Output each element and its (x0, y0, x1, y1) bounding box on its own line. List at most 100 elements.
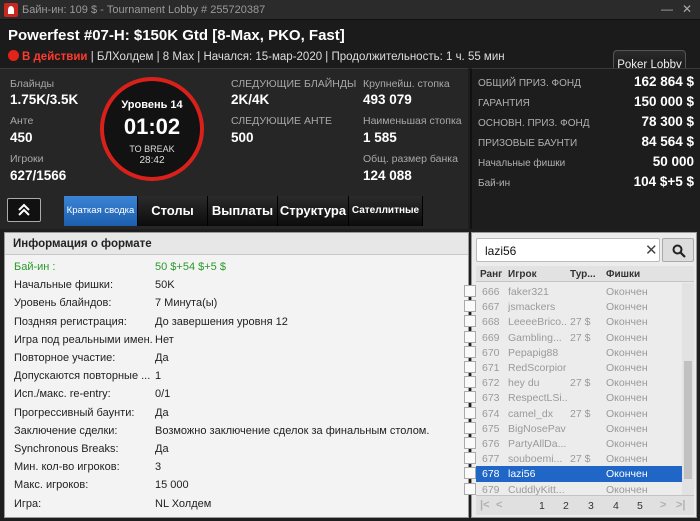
first-page-button[interactable]: |< (480, 499, 490, 511)
format-info-row: Начальные фишки: 50K (5, 277, 468, 295)
smallest-stack-label: Наименьшая стопка (363, 115, 462, 127)
next-ante-value: 500 (231, 130, 254, 145)
chevron-up-double-icon (18, 203, 30, 216)
player-row[interactable]: 667 jsmackers Окончен (464, 299, 682, 315)
minimize-button[interactable]: — (660, 2, 674, 16)
scrollbar-thumb[interactable] (684, 361, 692, 479)
format-info-key: Поздняя регистрация: (14, 315, 127, 328)
prev-page-button[interactable]: < (496, 499, 502, 511)
row-checkbox[interactable] (464, 421, 476, 434)
player-chips: Окончен (606, 483, 648, 496)
tab-tables[interactable]: Столы (138, 196, 208, 226)
status-dot-icon (8, 50, 19, 61)
players-scrollbar[interactable] (682, 283, 694, 495)
row-checkbox[interactable] (464, 285, 476, 297)
player-row[interactable]: 672 hey du 27 $ Окончен (464, 375, 682, 391)
format-info-value: 1 (155, 370, 162, 383)
window-titlebar: Байн-ин: 109 $ - Tournament Lobby # 2557… (0, 0, 700, 20)
prize-label: Бай-ин (478, 178, 511, 189)
player-row[interactable]: 673 RespectLSi... Окончен (464, 390, 682, 406)
prize-value: 50 000 (652, 154, 694, 169)
player-rank: 669 (482, 331, 500, 344)
last-page-button[interactable]: >| (676, 499, 686, 511)
column-chips[interactable]: Фишки (606, 269, 640, 280)
player-row[interactable]: 668 LeeeeBrico... 27 $ Окончен (464, 314, 682, 330)
format-info-value: NL Холдем (155, 497, 212, 510)
row-checkbox[interactable] (464, 406, 476, 419)
tab-structure[interactable]: Структура (278, 196, 349, 226)
row-checkbox[interactable] (464, 300, 476, 313)
row-checkbox[interactable] (464, 376, 476, 389)
format-info-row: Уровень блайндов: 7 Минута(ы) (5, 295, 468, 313)
player-rank: 667 (482, 301, 500, 314)
column-player[interactable]: Игрок (508, 269, 537, 280)
row-checkbox[interactable] (464, 361, 476, 373)
next-page-button[interactable]: > (660, 499, 666, 511)
page-2[interactable]: 2 (563, 500, 569, 512)
close-window-button[interactable]: ✕ (680, 2, 694, 16)
search-icon (672, 244, 686, 258)
player-name: CuddlyKitt... (508, 483, 565, 496)
avg-stack-label: Общ. размер банка (363, 153, 458, 165)
page-5[interactable]: 5 (637, 500, 643, 512)
tab-payouts[interactable]: Выплаты (208, 196, 278, 226)
player-rank: 676 (482, 438, 500, 450)
player-row[interactable]: 678 lazi56 Окончен (464, 466, 682, 483)
player-name: BigNosePav (508, 422, 566, 435)
tab-summary[interactable]: Краткая сводка (64, 196, 138, 226)
player-name: jsmackers (508, 301, 556, 314)
player-row[interactable]: 666 faker321 Окончен (464, 284, 682, 300)
level-clock: Уровень 14 01:02 TO BREAK 28:42 (100, 77, 204, 181)
format-info-key: Игра под реальными имен... (14, 333, 152, 346)
player-row[interactable]: 675 BigNosePav Окончен (464, 421, 682, 437)
page-3[interactable]: 3 (588, 500, 594, 512)
blinds-value: 1.75K/3.5K (10, 92, 79, 107)
tab-bar: Краткая сводка Столы Выплаты Структура С… (0, 192, 468, 229)
prize-label: ГАРАНТИЯ (478, 98, 530, 109)
players-panel: lazi56 ✕ Ранг Игрок Тур... Фишки 666 fake… (464, 232, 697, 518)
player-name: Gambling... (508, 331, 562, 344)
status-badge: В действии (22, 51, 88, 63)
player-row[interactable]: 676 PartyAllDa... Окончен (464, 436, 682, 452)
format-info-key: Заключение сделки: (14, 424, 118, 437)
column-rank[interactable]: Ранг (480, 269, 502, 280)
clear-search-icon[interactable]: ✕ (645, 241, 658, 259)
player-row[interactable]: 669 Gambling... 27 $ Окончен (464, 330, 682, 346)
level-timer: 01:02 (123, 114, 181, 139)
player-row[interactable]: 671 RedScorpior Окончен (464, 360, 682, 376)
page-4[interactable]: 4 (613, 500, 619, 512)
format-info-value: Возможно заключение сделок за финальным … (155, 424, 430, 437)
row-checkbox[interactable] (464, 345, 476, 358)
player-row[interactable]: 674 camel_dx 27 $ Окончен (464, 406, 682, 422)
row-checkbox[interactable] (464, 315, 476, 328)
row-checkbox[interactable] (464, 437, 476, 449)
row-checkbox[interactable] (464, 482, 476, 495)
format-info-value: До завершения уровня 12 (155, 315, 288, 328)
format-info-value: Нет (155, 333, 174, 346)
player-chips: Окончен (606, 362, 648, 374)
player-row[interactable]: 677 souboemi... 27 $ Окончен (464, 451, 682, 467)
next-blinds-value: 2K/4K (231, 92, 270, 107)
format-info-value: 0/1 (155, 388, 171, 401)
row-checkbox[interactable] (464, 467, 476, 480)
players-value: 627/1566 (10, 168, 67, 183)
format-info-row: Synchronous Breaks: Да (5, 441, 468, 459)
format-info-row: Игра под реальными имен... Нет (5, 332, 468, 350)
collapse-button[interactable] (7, 198, 41, 222)
page-1[interactable]: 1 (539, 500, 545, 512)
prize-row: ГАРАНТИЯ 150 000 $ (478, 93, 694, 113)
column-tour[interactable]: Тур... (570, 269, 596, 280)
format-info-key: Макс. игроков: (14, 479, 89, 492)
tab-satellites[interactable]: Сателлитные (349, 196, 423, 226)
format-info-key: Допускаются повторные ... (14, 370, 151, 383)
players-pager: |< < 1 2 3 4 5 > >| (476, 495, 694, 515)
row-checkbox[interactable] (464, 452, 476, 465)
player-name: camel_dx (508, 407, 553, 420)
format-info-row: Бай-ин : 50 $+54 $+5 $ (5, 259, 468, 277)
row-checkbox[interactable] (464, 330, 476, 343)
search-button[interactable] (662, 238, 694, 262)
player-search-input[interactable]: lazi56 ✕ (476, 238, 660, 262)
player-row[interactable]: 670 Pepapig88 Окончен (464, 345, 682, 361)
prize-row: ОБЩИЙ ПРИЗ. ФОНД 162 864 $ (478, 73, 694, 93)
row-checkbox[interactable] (464, 391, 476, 404)
